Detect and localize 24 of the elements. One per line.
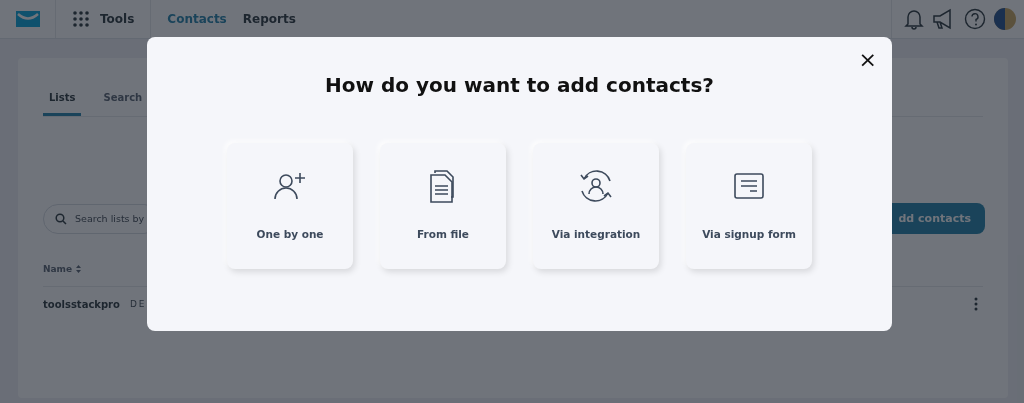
option-card[interactable]: Via signup form [686,143,812,269]
column-header[interactable]: Name [43,264,73,274]
tab[interactable]: Lists [43,92,82,116]
envelope-logo-icon[interactable] [15,11,40,27]
sort-icon[interactable] [76,265,82,273]
nav-link[interactable]: Reports [242,12,296,26]
option-card[interactable]: From file [380,143,506,269]
dialog-title: How do you want to add contacts? [324,73,715,97]
close-button[interactable]: × [855,49,880,71]
help-icon[interactable] [964,8,986,30]
tab[interactable]: Search [97,92,149,116]
list-tag: DE [129,299,147,309]
documents-icon [429,169,457,203]
option-card[interactable]: One by one [227,143,353,269]
search-icon [55,212,67,225]
nav-link[interactable]: Contacts [167,12,227,26]
bell-icon[interactable] [904,8,924,30]
more-icon[interactable] [974,297,978,311]
option-card[interactable]: Via integration [533,143,659,269]
list-name[interactable]: toolsstackpro [43,298,120,310]
sync-person-icon [578,169,614,203]
grid-icon[interactable] [72,10,90,28]
avatar-icon[interactable] [994,8,1016,30]
tools-link[interactable]: Tools [100,12,135,26]
